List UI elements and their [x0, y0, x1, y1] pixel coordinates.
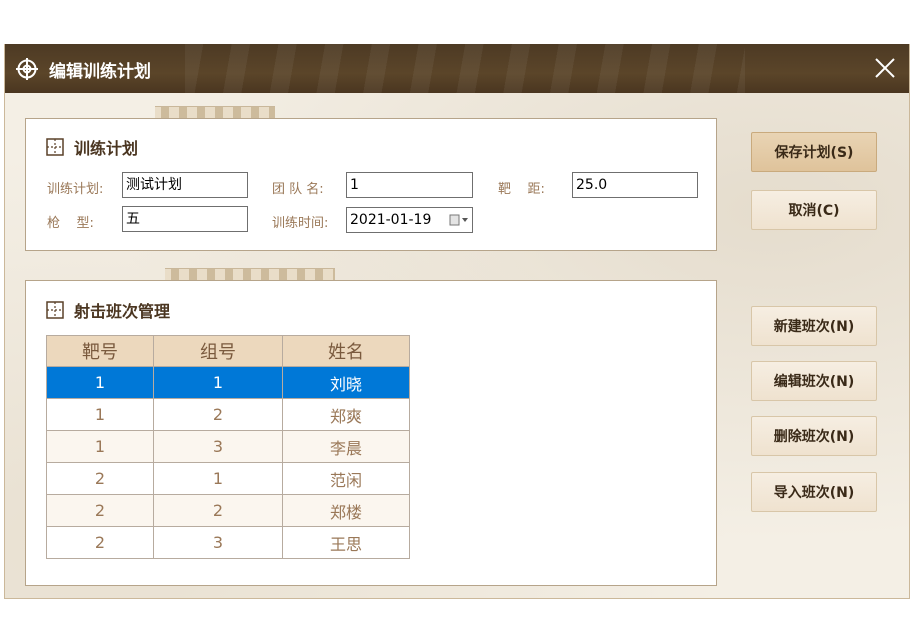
- cell-target: 1: [46, 398, 154, 431]
- table-row[interactable]: 2 3 王思: [46, 526, 410, 559]
- import-shift-button[interactable]: 导入班次(N): [751, 472, 877, 512]
- training-plan-header: 训练计划: [46, 135, 138, 159]
- table-row[interactable]: 2 2 郑楼: [46, 494, 410, 527]
- distance-input[interactable]: 25.0: [572, 172, 698, 198]
- crosshair-icon: [16, 58, 38, 80]
- training-plan-panel: 训练计划 训练计划: 测试计划 团 队 名: 1 靶 距: 25.0 枪 型: …: [25, 118, 717, 251]
- grid-icon: [46, 301, 64, 319]
- cell-name: 李晨: [282, 430, 410, 463]
- training-date-value: 2021-01-19: [350, 212, 432, 228]
- shift-management-panel: 射击班次管理 靶号 组号 姓名 1 1 刘晓 1 2 郑爽 1 3 李晨 2 1…: [25, 280, 717, 586]
- title-decoration: [185, 44, 745, 93]
- cell-target: 1: [46, 366, 154, 399]
- shift-table-container[interactable]: 靶号 组号 姓名 1 1 刘晓 1 2 郑爽 1 3 李晨 2 1 范闲 2 2…: [46, 335, 698, 568]
- cancel-button[interactable]: 取消(C): [751, 190, 877, 230]
- column-header-target[interactable]: 靶号: [46, 335, 154, 367]
- cell-name: 范闲: [282, 462, 410, 495]
- save-plan-button[interactable]: 保存计划(S): [751, 132, 877, 172]
- section-title: 射击班次管理: [74, 302, 171, 321]
- training-date-picker[interactable]: 2021-01-19: [346, 207, 473, 233]
- cell-name: 郑楼: [282, 494, 410, 527]
- gun-type-input[interactable]: 五: [122, 206, 248, 232]
- cell-group: 1: [153, 366, 283, 399]
- cell-name: 刘晓: [282, 366, 410, 399]
- column-header-name[interactable]: 姓名: [282, 335, 410, 367]
- window-title: 编辑训练计划: [49, 62, 151, 82]
- table-row[interactable]: 1 3 李晨: [46, 430, 410, 463]
- section-title: 训练计划: [74, 139, 139, 158]
- dialog-window: 编辑训练计划 训练计划 训练计划: 测试计划 团 队 名: 1 靶 距: 25.…: [4, 44, 910, 599]
- plan-name-input[interactable]: 测试计划: [122, 172, 248, 198]
- cell-name: 王思: [282, 526, 410, 559]
- shift-table[interactable]: 靶号 组号 姓名 1 1 刘晓 1 2 郑爽 1 3 李晨 2 1 范闲 2 2…: [46, 335, 410, 559]
- plan-name-label: 训练计划:: [47, 182, 104, 197]
- training-time-label: 训练时间:: [272, 216, 329, 231]
- cell-target: 2: [46, 462, 154, 495]
- cell-group: 2: [153, 494, 283, 527]
- table-row[interactable]: 1 2 郑爽: [46, 398, 410, 431]
- title-bar[interactable]: 编辑训练计划: [5, 44, 909, 93]
- cell-group: 3: [153, 526, 283, 559]
- distance-label: 靶 距:: [498, 182, 545, 197]
- delete-shift-button[interactable]: 删除班次(N): [751, 416, 877, 456]
- new-shift-button[interactable]: 新建班次(N): [751, 306, 877, 346]
- cell-group: 2: [153, 398, 283, 431]
- edit-shift-button[interactable]: 编辑班次(N): [751, 361, 877, 401]
- close-icon[interactable]: [871, 54, 899, 82]
- cell-target: 2: [46, 526, 154, 559]
- cell-group: 1: [153, 462, 283, 495]
- cell-group: 3: [153, 430, 283, 463]
- cell-target: 2: [46, 494, 154, 527]
- column-header-group[interactable]: 组号: [153, 335, 283, 367]
- table-row[interactable]: 1 1 刘晓: [46, 366, 410, 399]
- cell-name: 郑爽: [282, 398, 410, 431]
- gun-type-label: 枪 型:: [47, 216, 94, 231]
- table-header-row: 靶号 组号 姓名: [46, 335, 410, 367]
- shift-management-header: 射击班次管理: [46, 298, 170, 322]
- grid-icon: [46, 138, 64, 156]
- table-row[interactable]: 2 1 范闲: [46, 462, 410, 495]
- team-name-input[interactable]: 1: [346, 172, 473, 198]
- calendar-icon[interactable]: [449, 213, 469, 227]
- team-name-label: 团 队 名:: [272, 182, 324, 197]
- cell-target: 1: [46, 430, 154, 463]
